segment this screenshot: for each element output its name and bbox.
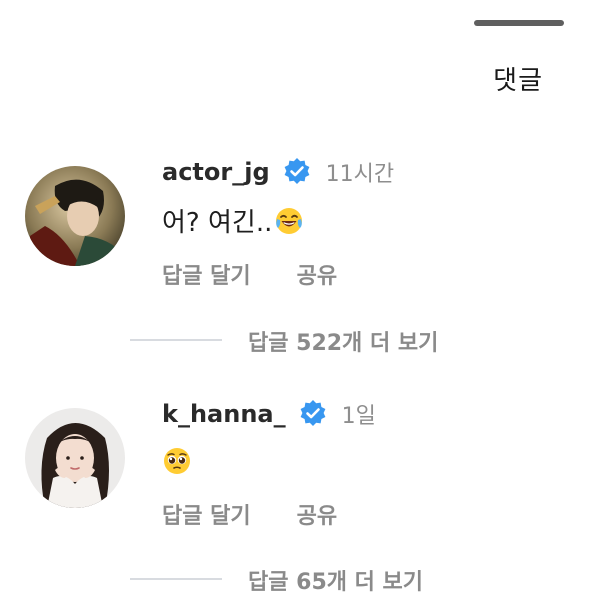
reply-button[interactable]: 답글 달기 xyxy=(162,258,251,290)
comment-time: 11시간 xyxy=(325,162,395,187)
comment-header: actor_jg 11시간 xyxy=(162,154,394,190)
reply-button[interactable]: 답글 달기 xyxy=(162,498,251,530)
view-more-replies-label[interactable]: 답글 65개 더 보기 xyxy=(248,564,423,596)
share-button[interactable]: 공유 xyxy=(297,498,337,530)
view-more-replies-label[interactable]: 답글 522개 더 보기 xyxy=(248,325,438,357)
comment-text-body: 어? 여긴.. xyxy=(162,208,273,238)
view-more-replies[interactable]: 답글 65개 더 보기 xyxy=(0,564,605,596)
avatar[interactable] xyxy=(25,408,125,508)
comment-username[interactable]: k_hanna_ xyxy=(162,400,286,428)
sheet-title: 댓글 xyxy=(493,66,543,96)
comments-sheet: 댓글 actor_jg 11시간 어? 여긴.. 답글 달기 공유 답글 522… xyxy=(0,0,605,606)
comment-username[interactable]: actor_jg xyxy=(162,158,270,186)
view-more-replies[interactable]: 답글 522개 더 보기 xyxy=(0,325,605,357)
comment-header: k_hanna_ 1일 xyxy=(162,396,376,432)
tears-of-joy-emoji-icon xyxy=(274,206,304,236)
pleading-face-emoji-icon xyxy=(162,446,192,476)
comment-actions: 답글 달기 공유 xyxy=(162,258,337,290)
verified-badge-icon xyxy=(298,399,328,429)
comment-time: 1일 xyxy=(341,404,376,429)
comment-text xyxy=(162,446,192,476)
comment-text: 어? 여긴.. xyxy=(162,202,304,239)
avatar[interactable] xyxy=(25,166,125,266)
comment-actions: 답글 달기 공유 xyxy=(162,498,337,530)
sheet-drag-handle[interactable] xyxy=(474,20,564,26)
divider xyxy=(130,578,222,580)
verified-badge-icon xyxy=(282,157,312,187)
divider xyxy=(130,339,222,341)
share-button[interactable]: 공유 xyxy=(297,258,337,290)
